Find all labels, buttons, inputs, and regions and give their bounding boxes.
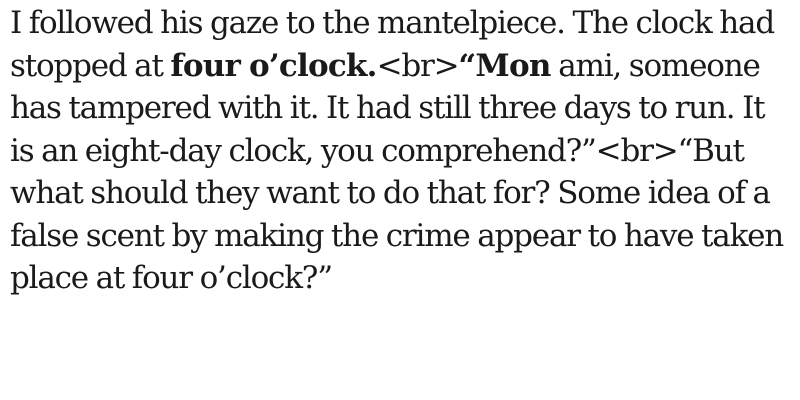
passage-literal-br: <br>: [376, 47, 460, 84]
passage-bold-mon: “Mon: [458, 47, 551, 84]
passage-text-2: ami, someone has tampered with it. It ha…: [10, 47, 784, 297]
passage-paragraph: I followed his gaze to the mantelpiece. …: [10, 2, 790, 300]
passage-bold-time: four o’clock.: [170, 47, 377, 84]
